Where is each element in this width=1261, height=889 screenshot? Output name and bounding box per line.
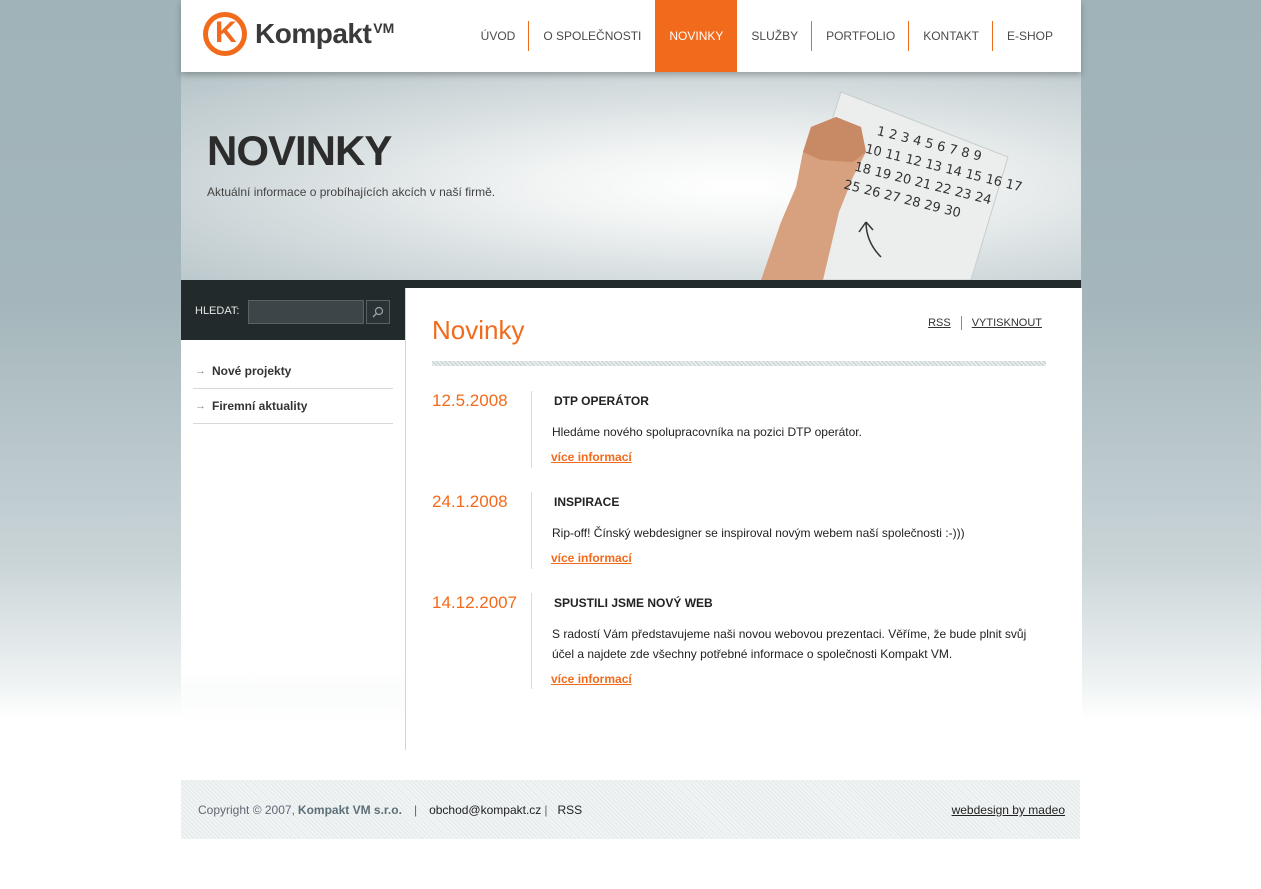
sidebar-item-label: Firemní aktuality: [212, 399, 308, 413]
rss-link[interactable]: RSS: [928, 317, 951, 329]
search-icon: [372, 306, 384, 318]
credit-link[interactable]: webdesign by madeo: [952, 803, 1065, 817]
main-content: Novinky RSS VYTISKNOUT 12.5.2008 DTP OPE…: [405, 288, 1082, 750]
divider: [531, 492, 532, 569]
hero-banner: NOVINKY Aktuální informace o probíhající…: [181, 72, 1081, 280]
news-date: 14.12.2007: [432, 593, 518, 612]
content-top-strip: [405, 280, 1081, 288]
print-link[interactable]: VYTISKNOUT: [972, 317, 1042, 329]
more-info-link[interactable]: více informací: [551, 450, 632, 464]
divider: [960, 316, 962, 330]
logo-mark: K: [203, 12, 247, 56]
logo-letter: K: [215, 16, 237, 49]
nav-item-kontakt[interactable]: KONTAKT: [909, 0, 993, 72]
footer-info: Copyright © 2007, Kompakt VM s.r.o. | ob…: [198, 803, 582, 817]
site-footer: Copyright © 2007, Kompakt VM s.r.o. | ob…: [181, 780, 1080, 839]
nav-item-novinky[interactable]: NOVINKY: [655, 0, 738, 72]
more-info-link[interactable]: více informací: [551, 672, 632, 686]
sidebar-item-nove-projekty[interactable]: → Nové projekty: [193, 354, 393, 389]
search-label: HLEDAT:: [195, 305, 240, 317]
copyright-text: Copyright © 2007,: [198, 803, 295, 817]
divider: |: [413, 803, 418, 817]
sidebar-item-firemni-aktuality[interactable]: → Firemní aktuality: [193, 389, 393, 424]
nav-item-eshop[interactable]: E-SHOP: [993, 0, 1067, 72]
nav-item-uvod[interactable]: ÚVOD: [467, 0, 530, 72]
banner-title: NOVINKY: [207, 127, 392, 174]
sidebar-menu: → Nové projekty → Firemní aktuality: [193, 354, 393, 424]
title-divider: [432, 361, 1046, 366]
main-nav: ÚVOD O SPOLEČNOSTI NOVINKY SLUŽBY PORTFO…: [467, 0, 1067, 72]
sidebar: → Nové projekty → Firemní aktuality: [181, 340, 405, 750]
divider: [531, 391, 532, 468]
nav-item-sluzby[interactable]: SLUŽBY: [737, 0, 812, 72]
sidebar-item-label: Nové projekty: [212, 364, 292, 378]
email-link[interactable]: obchod@kompakt.cz: [429, 803, 541, 817]
calendar-illustration: 1 2 3 4 5 6 7 8 9 10 11 12 13 14 15 16 1…: [761, 91, 1024, 280]
logo-name: Kompakt: [255, 18, 372, 49]
site-header: K Kompakt VM ÚVOD O SPOLEČNOSTI NOVINKY …: [181, 0, 1081, 72]
page-title: Novinky: [432, 315, 525, 345]
nav-item-o-spolecnosti[interactable]: O SPOLEČNOSTI: [529, 0, 655, 72]
search-bar: HLEDAT:: [181, 280, 405, 340]
footer-rss-link[interactable]: RSS: [557, 803, 582, 817]
divider: [531, 593, 532, 689]
banner-subtitle: Aktuální informace o probíhajících akcíc…: [207, 185, 496, 199]
page-tools: RSS VYTISKNOUT: [928, 316, 1042, 330]
news-date: 12.5.2008: [432, 391, 508, 410]
company-name: Kompakt VM s.r.o.: [297, 803, 402, 817]
news-text: Rip-off! Čínský webdesigner se inspirova…: [552, 526, 965, 540]
news-date: 24.1.2008: [432, 492, 508, 511]
search-input[interactable]: [248, 300, 364, 324]
news-heading: INSPIRACE: [554, 495, 620, 509]
divider: |: [544, 803, 548, 817]
logo[interactable]: K Kompakt VM: [203, 12, 394, 56]
news-text: S radostí Vám představujeme naši novou w…: [552, 627, 1027, 661]
arrow-right-icon: →: [195, 400, 206, 412]
logo-suffix: VM: [373, 20, 395, 36]
more-info-link[interactable]: více informací: [551, 551, 632, 565]
news-heading: DTP OPERÁTOR: [554, 394, 649, 408]
arrow-right-icon: →: [195, 365, 206, 377]
search-button[interactable]: [366, 300, 390, 324]
news-text: Hledáme nového spolupracovníka na pozici…: [552, 425, 862, 439]
news-heading: SPUSTILI JSME NOVÝ WEB: [554, 596, 713, 610]
nav-item-portfolio[interactable]: PORTFOLIO: [812, 0, 910, 72]
